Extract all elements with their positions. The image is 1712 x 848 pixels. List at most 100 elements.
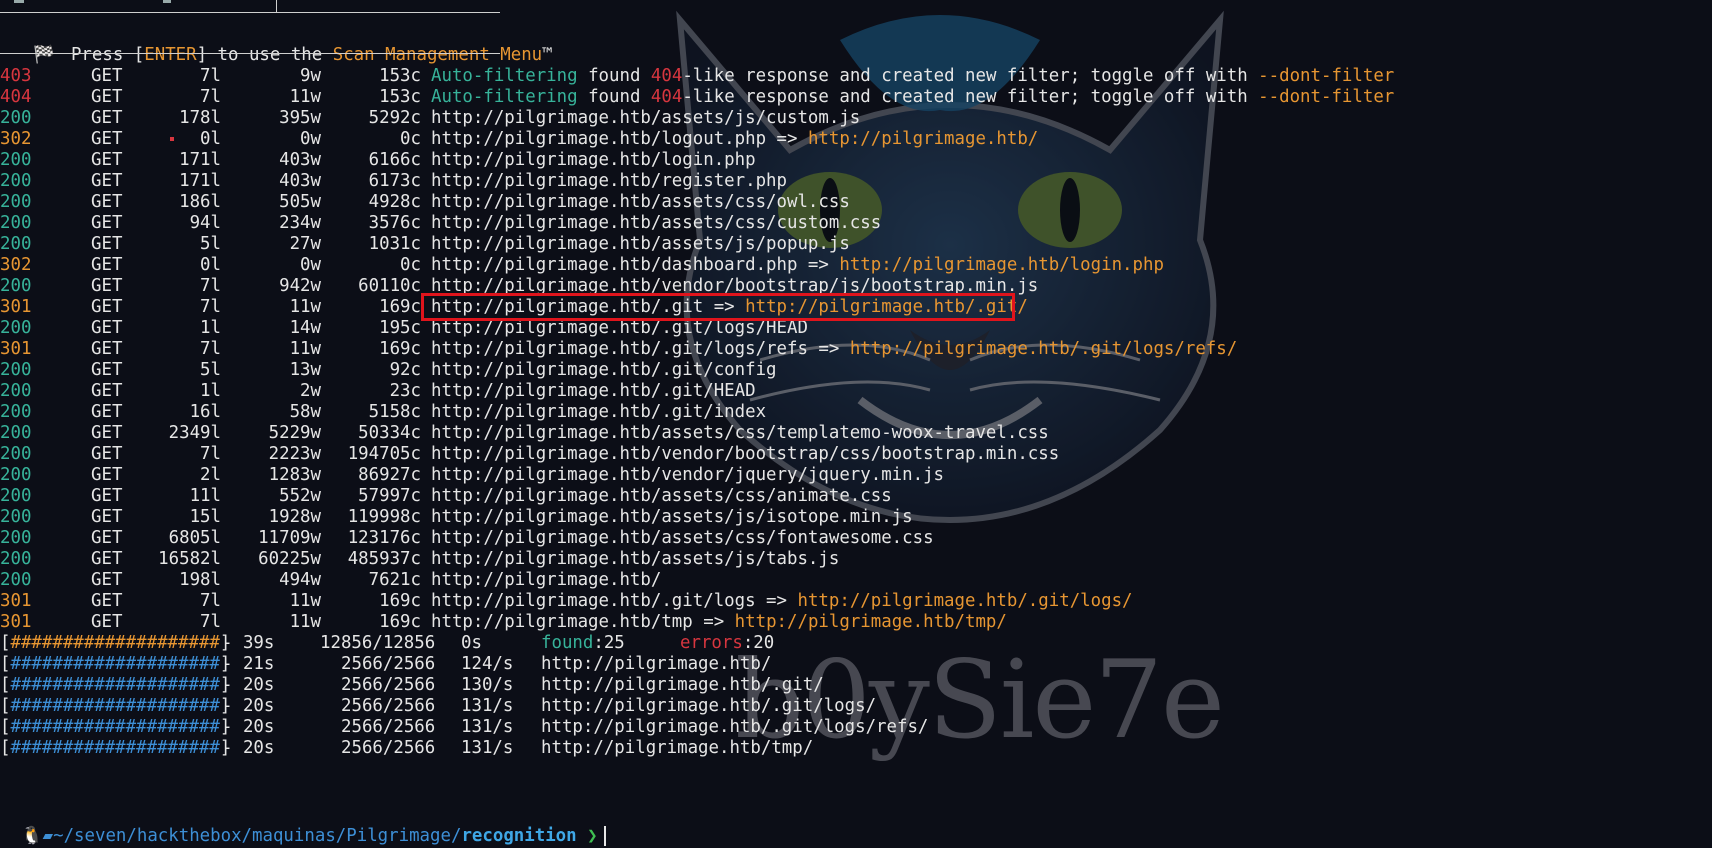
row-detail: http://pilgrimage.htb/.git/index bbox=[431, 402, 766, 423]
http-method: GET bbox=[91, 192, 123, 212]
line-count: 0l bbox=[200, 129, 221, 149]
char-count: 485937c bbox=[347, 549, 421, 569]
line-count: 7l bbox=[200, 612, 221, 632]
status-code: 200 bbox=[0, 444, 32, 464]
table-row: 200 GET 171l 403w 6173c http://pilgrimage.htb… bbox=[0, 171, 1400, 192]
word-count: 9w bbox=[300, 66, 321, 86]
redirect-arrow: => bbox=[807, 339, 850, 359]
result-url: http://pilgrimage.htb/.git/config bbox=[431, 360, 777, 380]
line-count: 171l bbox=[179, 171, 221, 191]
bar-fill: #################### bbox=[10, 633, 220, 653]
status-code: 403 bbox=[0, 66, 32, 86]
line-count: 2l bbox=[200, 465, 221, 485]
request-rate: 124/s bbox=[461, 654, 514, 674]
word-count: 403w bbox=[279, 150, 321, 170]
status-code: 200 bbox=[0, 213, 32, 233]
line-count: 15l bbox=[189, 507, 221, 527]
row-detail: http://pilgrimage.htb/.git/logs/refs => … bbox=[431, 339, 1237, 360]
progress-bar: [####################] bbox=[0, 654, 230, 675]
http-method: GET bbox=[91, 129, 123, 149]
row-detail: http://pilgrimage.htb/ bbox=[431, 570, 661, 591]
word-count: 11w bbox=[289, 87, 321, 107]
result-url: http://pilgrimage.htb/vendor/jquery/jque… bbox=[431, 465, 945, 485]
word-count: 60225w bbox=[258, 549, 321, 569]
result-url: http://pilgrimage.htb/logout.php bbox=[431, 129, 767, 149]
request-count: 12856/12856 bbox=[320, 633, 436, 653]
table-row: 302 GET 0l 0w 0c http://pilgrimage.htb/logout… bbox=[0, 129, 1400, 150]
bar-open: [ bbox=[0, 696, 11, 716]
status-code: 200 bbox=[0, 276, 32, 296]
char-count: 169c bbox=[379, 591, 421, 611]
char-count: 153c bbox=[379, 87, 421, 107]
line-count: 6805l bbox=[168, 528, 221, 548]
result-url: http://pilgrimage.htb/.git/logs/HEAD bbox=[431, 318, 808, 338]
status-code: 200 bbox=[0, 108, 32, 128]
word-count: 11709w bbox=[258, 528, 321, 548]
row-detail: http://pilgrimage.htb/.git/HEAD bbox=[431, 381, 756, 402]
result-url: http://pilgrimage.htb/.git/logs/refs bbox=[431, 339, 808, 359]
char-count: 60110c bbox=[358, 276, 421, 296]
word-count: 234w bbox=[279, 213, 321, 233]
word-count: 11w bbox=[289, 612, 321, 632]
table-row: 200 GET 1l 2w 23c http://pilgrimage.htb/.git/… bbox=[0, 381, 1400, 402]
linux-penguin-icon: 🐧 bbox=[20, 826, 43, 846]
row-detail: http://pilgrimage.htb/assets/css/fontawe… bbox=[431, 528, 934, 549]
line-count: 198l bbox=[179, 570, 221, 590]
char-count: 4928c bbox=[368, 192, 421, 212]
row-detail: http://pilgrimage.htb/assets/js/custom.j… bbox=[431, 108, 860, 129]
http-method: GET bbox=[91, 360, 123, 380]
line-count: 7l bbox=[200, 339, 221, 359]
status-code: 200 bbox=[0, 381, 32, 401]
request-rate: 0s bbox=[461, 633, 482, 653]
request-count: 2566/2566 bbox=[341, 717, 436, 737]
result-url: http://pilgrimage.htb/assets/js/custom.j… bbox=[431, 108, 861, 128]
line-count: 11l bbox=[189, 486, 221, 506]
line-count: 178l bbox=[179, 108, 221, 128]
status-code: 200 bbox=[0, 507, 32, 527]
word-count: 403w bbox=[279, 171, 321, 191]
table-row: 404 GET 7l 11w 153c Auto-filtering found 404-… bbox=[0, 87, 1400, 108]
table-row: 200 GET 198l 494w 7621c http://pilgrimage.htb… bbox=[0, 570, 1400, 591]
result-url: http://pilgrimage.htb/dashboard.php bbox=[431, 255, 798, 275]
result-url: http://pilgrimage.htb/.git/logs bbox=[431, 591, 756, 611]
table-row: 200 GET 171l 403w 6166c http://pilgrimage.htb… bbox=[0, 150, 1400, 171]
redirect-url: http://pilgrimage.htb/login.php bbox=[839, 255, 1164, 275]
table-row: 200 GET 94l 234w 3576c http://pilgrimage.htb/… bbox=[0, 213, 1400, 234]
errors-value: :20 bbox=[742, 633, 775, 653]
char-count: 5292c bbox=[368, 108, 421, 128]
result-url: http://pilgrimage.htb/assets/js/tabs.js bbox=[431, 549, 840, 569]
status-code: 404 bbox=[0, 87, 32, 107]
table-row: 301 GET 7l 11w 169c http://pilgrimage.htb/.gi… bbox=[0, 339, 1400, 360]
checkered-flag-icon: 🏁 bbox=[32, 45, 55, 65]
char-count: 0c bbox=[400, 129, 421, 149]
http-method: GET bbox=[91, 108, 123, 128]
result-url: http://pilgrimage.htb/assets/js/popup.js bbox=[431, 234, 850, 254]
elapsed-time: - 20s bbox=[222, 738, 275, 758]
word-count: 11w bbox=[289, 591, 321, 611]
http-method: GET bbox=[91, 591, 123, 611]
status-code: 200 bbox=[0, 528, 32, 548]
bar-fill: #################### bbox=[10, 738, 220, 758]
result-url: http://pilgrimage.htb/.git/index bbox=[431, 402, 767, 422]
progress-bar: [####################] bbox=[0, 633, 230, 654]
word-count: 2w bbox=[300, 381, 321, 401]
line-count: 16582l bbox=[158, 549, 221, 569]
result-url: http://pilgrimage.htb/assets/css/custom.… bbox=[431, 213, 882, 233]
bar-fill: #################### bbox=[10, 675, 220, 695]
http-method: GET bbox=[91, 66, 123, 86]
line-count: 7l bbox=[200, 276, 221, 296]
char-count: 86927c bbox=[358, 465, 421, 485]
shell-prompt[interactable]: 🐧▰~/seven/hackthebox/maquinas/Pilgrimage… bbox=[0, 800, 606, 846]
filter-note-text: -like response and created new filter; t… bbox=[682, 87, 1259, 107]
row-detail: http://pilgrimage.htb/tmp => http://pilg… bbox=[431, 612, 1007, 633]
status-code: 200 bbox=[0, 234, 32, 254]
http-method: GET bbox=[91, 276, 123, 296]
status-code: 301 bbox=[0, 339, 32, 359]
row-detail: http://pilgrimage.htb/logout.php => http… bbox=[431, 129, 1038, 150]
result-url: http://pilgrimage.htb/ bbox=[431, 570, 662, 590]
table-row: 301 GET 7l 11w 169c http://pilgrimage.htb/.gi… bbox=[0, 591, 1400, 612]
text-cursor bbox=[603, 826, 606, 846]
row-detail: http://pilgrimage.htb/dashboard.php => h… bbox=[431, 255, 1164, 276]
bar-fill: #################### bbox=[10, 696, 220, 716]
table-row: 302 GET 0l 0w 0c http://pilgrimage.htb/dashbo… bbox=[0, 255, 1400, 276]
